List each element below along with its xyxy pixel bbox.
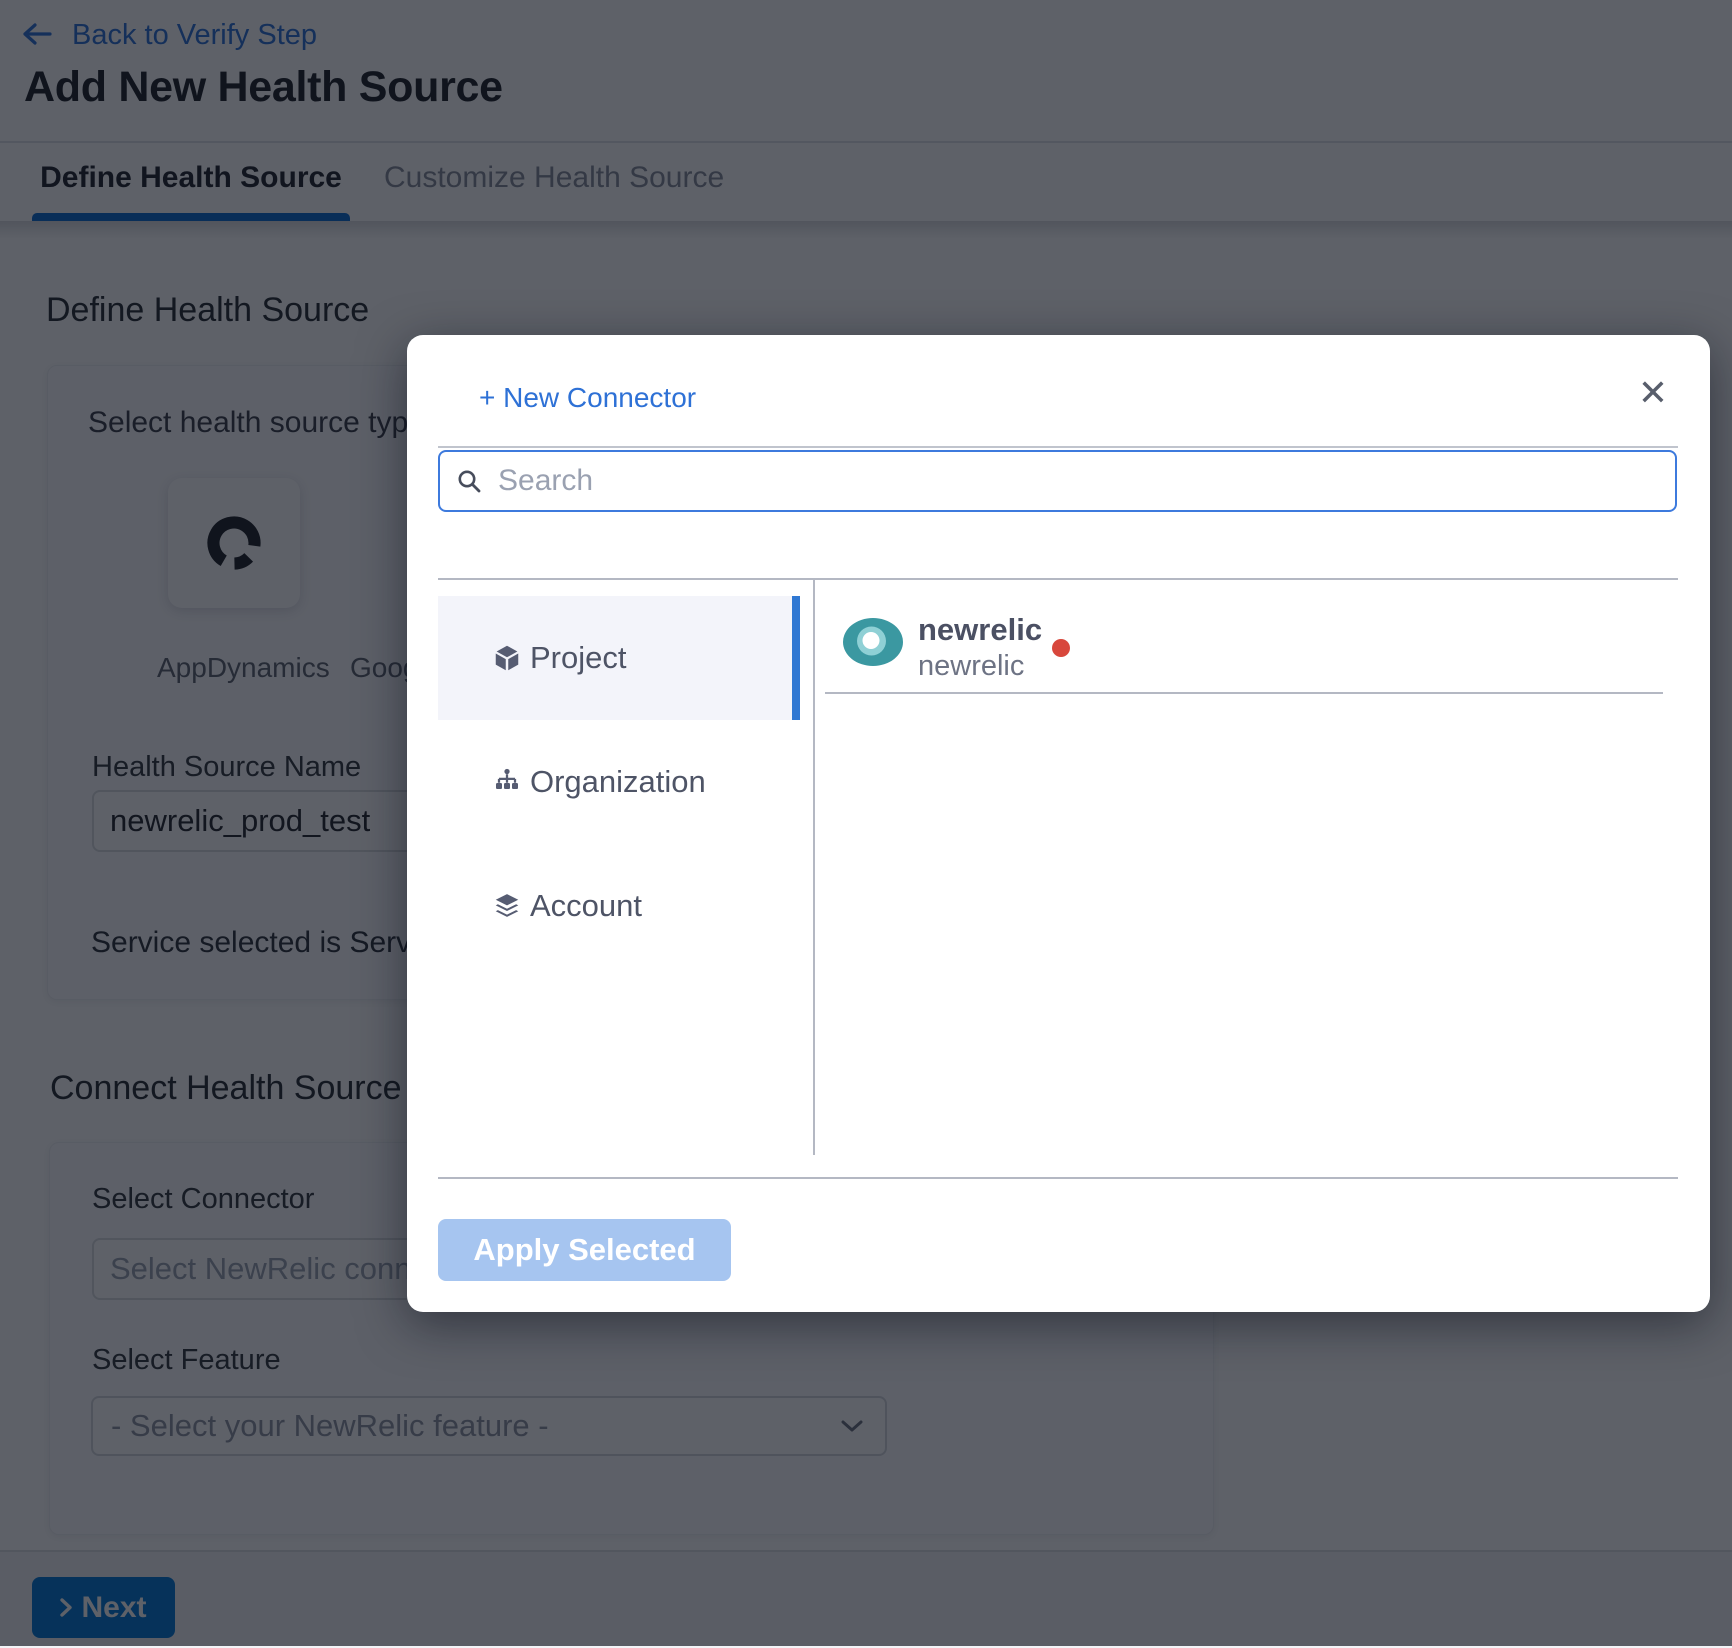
close-icon[interactable]: ✕ [1629,369,1677,417]
search-input[interactable] [496,453,1675,509]
scope-tab-account[interactable]: Account [438,844,800,968]
search-icon [456,468,482,494]
connector-select-modal: + New Connector ✕ Project [407,335,1710,1312]
scope-tab-project[interactable]: Project [438,596,800,720]
scope-label: Organization [530,764,706,800]
list-top-divider [438,578,1678,580]
scope-label: Account [530,888,642,924]
scope-content-divider [813,580,815,1155]
active-scope-bar [792,596,800,720]
footer-divider [438,1177,1678,1179]
search-top-rule [438,446,1678,448]
apply-selected-button[interactable]: Apply Selected [438,1219,731,1281]
newrelic-icon [843,618,903,666]
connector-status-dot [1052,639,1070,657]
scope-tab-organization[interactable]: Organization [438,720,800,844]
org-chart-icon [492,767,522,797]
cube-icon [492,643,522,673]
connector-row-divider [825,692,1663,694]
new-connector-link[interactable]: + New Connector [479,381,696,415]
connector-id: newrelic [918,650,1024,683]
layers-icon [492,891,522,921]
connector-name: newrelic [918,612,1042,648]
search-field[interactable] [438,450,1677,512]
scope-label: Project [530,640,626,676]
